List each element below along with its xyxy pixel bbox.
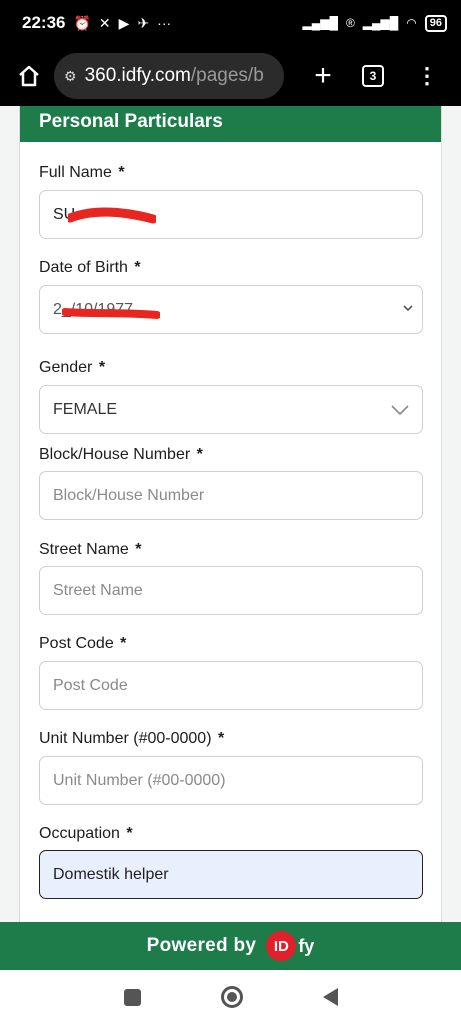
status-time: 22:36 bbox=[22, 13, 66, 32]
browser-toolbar: ⚙ 360.idfy.com/pages/b + 3 ⋮ bbox=[0, 46, 461, 106]
unit-number-input[interactable]: Unit Number (#00-0000) bbox=[39, 756, 423, 805]
battery-icon: 96 bbox=[424, 14, 447, 32]
occupation-label: Occupation * bbox=[39, 825, 133, 842]
chevron-down-icon bbox=[403, 305, 413, 312]
system-icons: ▂▄▆█ ® ▂▄▆█ ◠ 96 bbox=[302, 14, 447, 32]
street-name-input[interactable]: Street Name bbox=[39, 566, 423, 615]
block-house-number-label: Block/House Number * bbox=[39, 446, 203, 463]
home-button[interactable] bbox=[12, 59, 46, 93]
home-circle-icon bbox=[226, 992, 237, 1002]
idfy-logo-mark: ID bbox=[266, 931, 297, 961]
post-code-placeholder: Post Code bbox=[53, 676, 128, 694]
back-button[interactable] bbox=[322, 988, 338, 1006]
more-notifications-icon: ··· bbox=[157, 15, 172, 31]
gender-label: Gender * bbox=[39, 359, 106, 376]
tab-switcher-button[interactable]: 3 bbox=[362, 65, 384, 87]
section-title: Personal Particulars bbox=[20, 106, 441, 142]
address-bar[interactable]: ⚙ 360.idfy.com/pages/b bbox=[54, 53, 284, 99]
block-house-number-input[interactable]: Block/House Number bbox=[39, 471, 423, 520]
gender-value: FEMALE bbox=[53, 400, 118, 418]
recents-button[interactable] bbox=[123, 988, 141, 1006]
site-info-icon[interactable]: ⚙ bbox=[64, 68, 77, 85]
alarm-icon: ⏰ bbox=[73, 14, 91, 31]
post-code-label: Post Code * bbox=[39, 635, 127, 652]
occupation-input[interactable]: Domestik helper bbox=[39, 850, 423, 899]
idfy-logo: ID fy bbox=[266, 931, 314, 961]
kebab-menu-icon[interactable]: ⋮ bbox=[416, 65, 438, 87]
date-of-birth-select[interactable]: 2_/10/1977 bbox=[39, 285, 423, 334]
redaction-mark bbox=[68, 207, 156, 224]
status-bar: 22:36 ⏰ ✕ ▶ ✈ ··· ▂▄▆█ ® ▂▄▆█ ◠ 96 bbox=[0, 0, 461, 46]
home-icon bbox=[19, 65, 39, 87]
url-path: /pages/b bbox=[190, 65, 264, 86]
occupation-value: Domestik helper bbox=[53, 865, 169, 883]
new-tab-button[interactable]: + bbox=[306, 61, 340, 91]
powered-by-footer: Powered by ID fy bbox=[0, 922, 461, 970]
signal-2-icon: ▂▄▆█ bbox=[362, 16, 399, 30]
street-name-placeholder: Street Name bbox=[53, 581, 143, 599]
home-nav-button[interactable] bbox=[220, 986, 243, 1008]
url-host: 360.idfy.com bbox=[84, 65, 191, 86]
unit-number-placeholder: Unit Number (#00-0000) bbox=[53, 771, 226, 789]
notification-icons: ⏰ ✕ ▶ ✈ ··· bbox=[73, 15, 171, 32]
gender-select[interactable]: FEMALE bbox=[39, 385, 423, 434]
date-of-birth-label: Date of Birth * bbox=[39, 259, 141, 276]
powered-by-text: Powered by bbox=[146, 935, 257, 956]
bird-icon: ✈ bbox=[137, 14, 150, 31]
app-notification-icon: ✕ bbox=[98, 14, 111, 31]
full-name-field[interactable]: SU bbox=[39, 190, 423, 239]
plus-icon: + bbox=[314, 59, 332, 92]
full-name-label: Full Name * bbox=[39, 164, 125, 181]
signal-icon: ▂▄▆█ bbox=[302, 16, 338, 30]
street-name-label: Street Name * bbox=[39, 541, 142, 558]
unit-number-label: Unit Number (#00-0000) * bbox=[39, 730, 225, 747]
redaction-mark bbox=[62, 308, 160, 319]
personal-particulars-card: Personal Particulars Full Name * SU Date… bbox=[19, 106, 442, 922]
chevron-down-icon bbox=[391, 405, 409, 416]
system-nav-bar bbox=[0, 970, 461, 1024]
post-code-input[interactable]: Post Code bbox=[39, 661, 423, 710]
page-content: Personal Particulars Full Name * SU Date… bbox=[0, 106, 461, 922]
wifi-icon: ◠ bbox=[406, 16, 417, 30]
idfy-logo-text: fy bbox=[298, 935, 315, 956]
play-icon: ▶ bbox=[118, 14, 130, 31]
registered-icon: ® bbox=[345, 16, 355, 30]
block-house-number-placeholder: Block/House Number bbox=[53, 486, 205, 504]
